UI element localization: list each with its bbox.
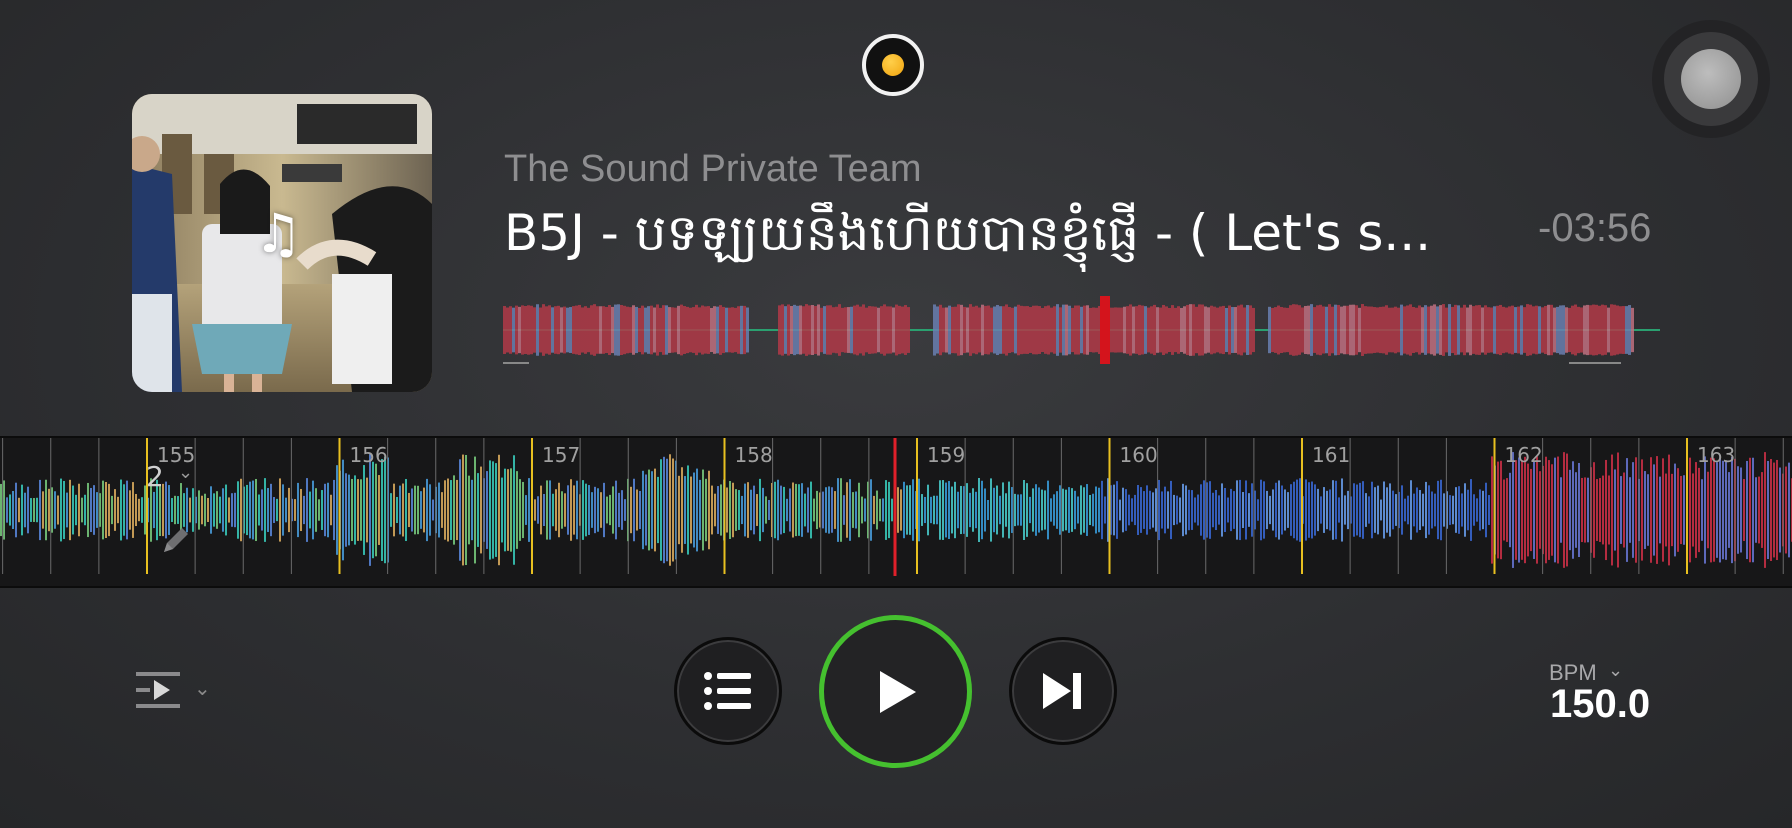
track-title[interactable]: B5J - បទឡ្យយនឹងហើយបានខ្ញុំផ្ញើ - ( Let's… [504, 202, 1431, 275]
time-remaining: -03:56 [1538, 206, 1652, 250]
album-artwork[interactable]: ♫ [132, 94, 432, 392]
bar-number: 156 [350, 443, 388, 467]
bar-number: 163 [1697, 443, 1735, 467]
track-overview-waveform[interactable] [503, 296, 1660, 364]
record-icon [882, 54, 904, 76]
assistive-touch-icon [1681, 49, 1741, 109]
deck-waveform[interactable]: 155 156 157 158 159 160 161 162 163 [0, 436, 1792, 588]
bar-number: 159 [927, 443, 965, 467]
bar-number: 158 [735, 443, 773, 467]
bar-number: 157 [542, 443, 580, 467]
play-button[interactable] [819, 615, 972, 768]
skip-next-button[interactable] [1009, 637, 1117, 745]
track-artist: The Sound Private Team [504, 148, 922, 190]
overview-playhead [1100, 296, 1110, 364]
loop-size[interactable]: 2 [146, 460, 164, 493]
play-icon [879, 670, 916, 713]
bar-number: 162 [1505, 443, 1543, 467]
play-mode-icon [136, 672, 180, 708]
queue-button[interactable] [674, 637, 782, 745]
skip-next-icon [1043, 673, 1081, 709]
music-note-icon: ♫ [254, 202, 303, 265]
list-icon [704, 672, 751, 710]
bar-number: 161 [1312, 443, 1350, 467]
record-button[interactable] [862, 34, 924, 96]
pencil-icon[interactable] [158, 522, 194, 562]
chevron-down-icon: ⌄ [194, 676, 211, 700]
chevron-down-icon[interactable]: ⌄ [1608, 660, 1623, 681]
play-mode-button[interactable] [134, 670, 182, 714]
assistive-touch-button[interactable] [1652, 20, 1770, 138]
bpm-value[interactable]: 150.0 [1550, 682, 1650, 727]
bar-number: 160 [1120, 443, 1158, 467]
chevron-down-icon: ⌄ [178, 462, 194, 483]
